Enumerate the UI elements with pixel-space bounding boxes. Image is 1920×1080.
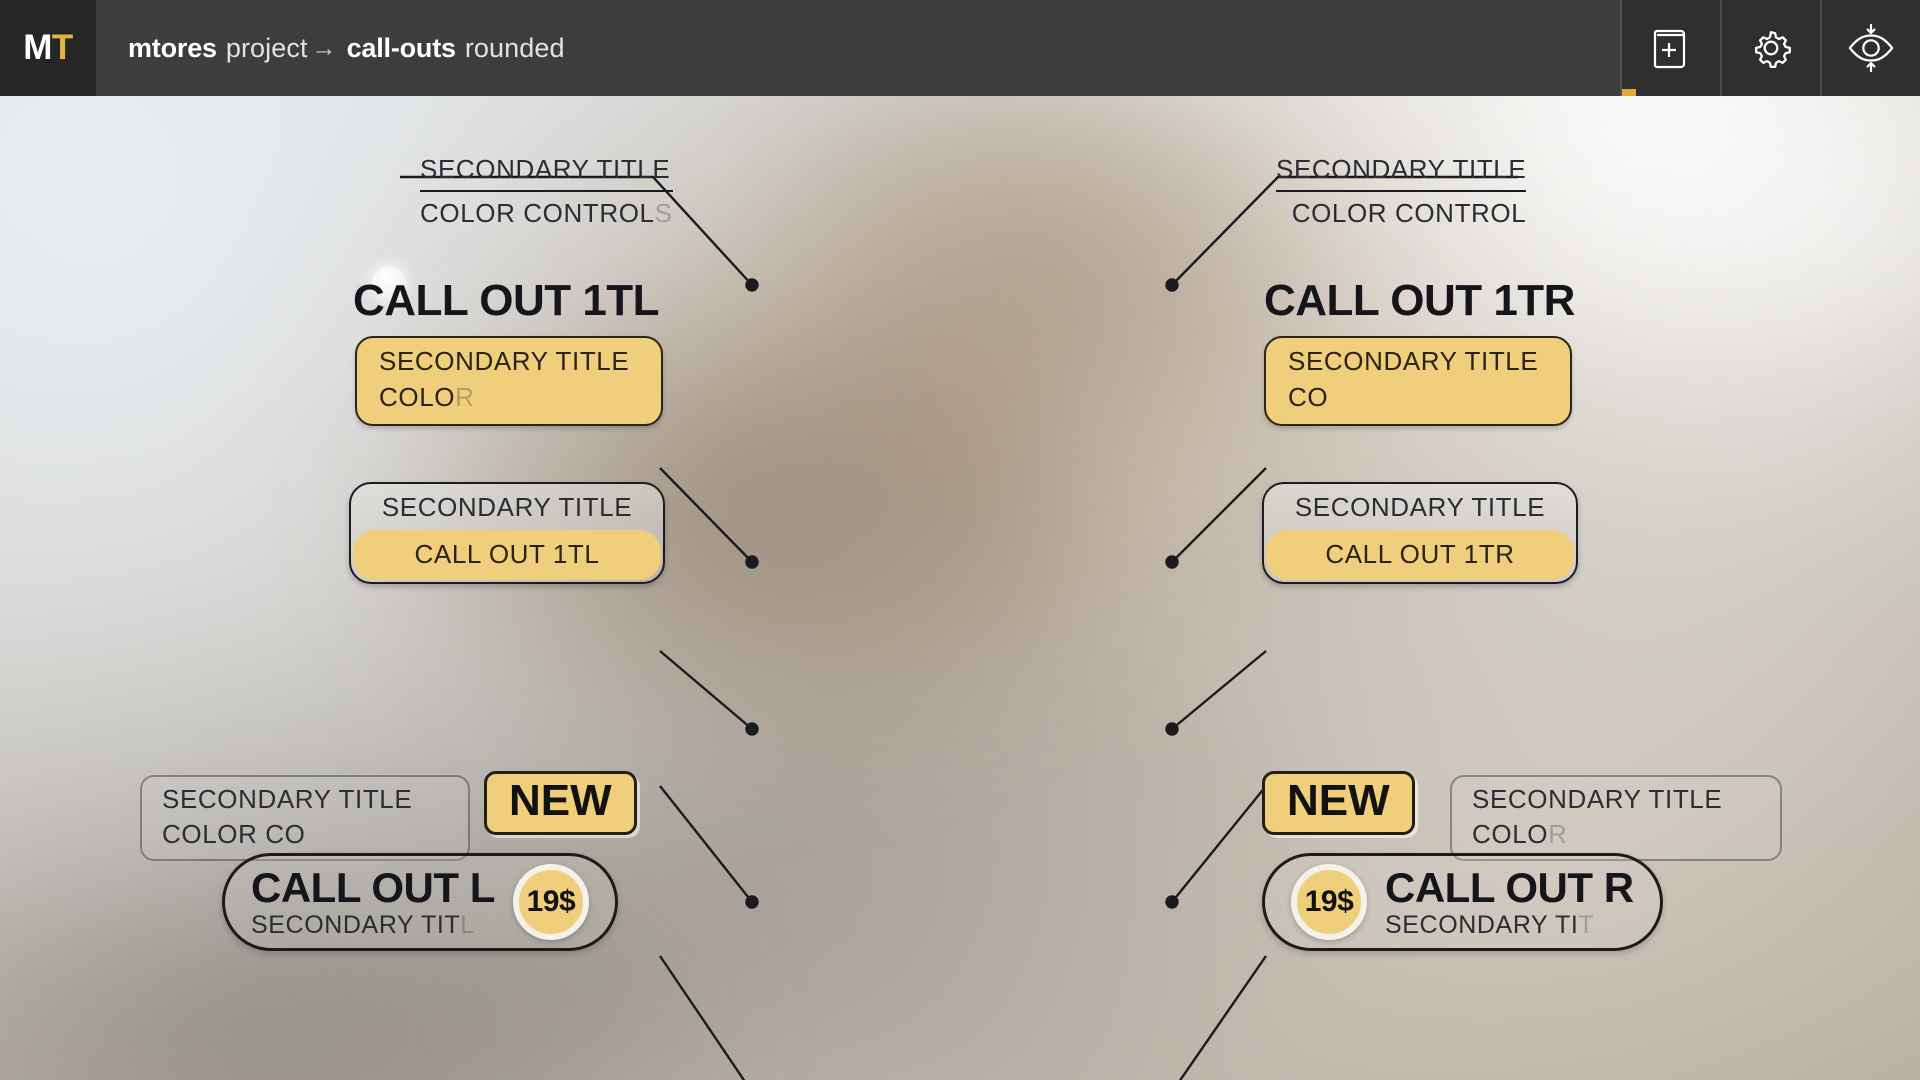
callout-1tl-badge-color-visible: COLO: [379, 382, 456, 412]
callout-stadium-right-title: CALL OUT R: [1385, 863, 1634, 911]
callout-1tl-secondary-title: SECONDARY TITLE: [420, 154, 671, 184]
top-icon-group: [1620, 0, 1920, 96]
callout-new-left-secondary: SECONDARY TITLE: [162, 784, 413, 814]
breadcrumb-separator-icon: →: [311, 33, 337, 62]
callout-1tl-badge-secondary: SECONDARY TITLE: [379, 346, 630, 376]
callout-new-left-badge-label: NEW: [509, 776, 612, 825]
callout-1tr-badge-color: CO: [1288, 384, 1548, 410]
breadcrumb-project-name[interactable]: mtores: [128, 33, 217, 64]
callout-stadium-right-secondary-dim: T: [1578, 910, 1595, 939]
callout-1tr-color-line: COLOR CONTROL: [1276, 200, 1526, 226]
app-logo[interactable]: MT: [0, 0, 96, 96]
callout-1tl-card-pill[interactable]: CALL OUT 1TL: [353, 530, 661, 580]
callout-1tr-badge-secondary: SECONDARY TITLE: [1288, 346, 1539, 376]
callout-new-right-color: COLOR: [1472, 821, 1760, 847]
logo-text: MT: [23, 28, 73, 68]
callout-stadium-left-secondary-visible: SECONDARY TIT: [251, 910, 461, 939]
callout-new-right-badge-label: NEW: [1287, 776, 1390, 825]
callout-1tr-color-visible: COLOR CONTROL: [1291, 198, 1527, 228]
callout-stadium-left-secondary-dim: L: [460, 910, 475, 939]
breadcrumb: mtores project → call-outs rounded: [96, 0, 1620, 96]
callout-1tl-yellow-badge[interactable]: SECONDARY TITLE COLOR: [355, 336, 663, 426]
callout-stadium-left-secondary: SECONDARY TITL: [251, 910, 495, 939]
callout-stadium-right-price-badge[interactable]: 19$: [1291, 864, 1367, 940]
callout-1tl-card[interactable]: SECONDARY TITLE CALL OUT 1TL: [349, 482, 665, 584]
callout-new-right-color-visible: COLO: [1472, 819, 1549, 849]
callout-stadium-right-secondary: SECONDARY TIT: [1385, 910, 1634, 939]
callout-stadium-left-price: 19$: [526, 885, 576, 918]
breadcrumb-section-name[interactable]: call-outs: [347, 33, 456, 64]
callout-1tr-secondary-title: SECONDARY TITLE: [1276, 154, 1527, 184]
callout-stadium-right-price: 19$: [1304, 885, 1354, 918]
callout-1tl-card-secondary: SECONDARY TITLE: [381, 492, 633, 522]
callout-stadium-right[interactable]: 19$ CALL OUT R SECONDARY TIT: [1262, 853, 1663, 951]
callout-1tl-rule: [420, 190, 673, 192]
logo-letter-m: M: [23, 28, 52, 67]
callout-1tl-card-title: CALL OUT 1TL: [414, 539, 600, 569]
callout-stadium-right-text: CALL OUT R SECONDARY TIT: [1385, 863, 1634, 939]
callout-stadium-left-text: CALL OUT L SECONDARY TITL: [251, 863, 495, 939]
callout-1tl-color-dim: S: [654, 198, 673, 228]
settings-button[interactable]: [1720, 0, 1820, 96]
callout-1tl-title-text: CALL OUT 1TL: [353, 276, 660, 325]
callout-1tl-color-visible: COLOR CONTROL: [420, 198, 655, 228]
callout-1tr-card[interactable]: SECONDARY TITLE CALL OUT 1TR: [1262, 482, 1578, 584]
callout-stadium-left-title: CALL OUT L: [251, 863, 495, 911]
callout-1tr-title-text: CALL OUT 1TR: [1264, 276, 1575, 325]
callout-new-right-color-dim: R: [1548, 819, 1568, 849]
logo-letter-t: T: [51, 28, 73, 67]
breadcrumb-section-label: rounded: [464, 32, 565, 63]
callout-new-left-color: COLOR CO: [162, 821, 448, 847]
callout-1tr-title[interactable]: CALL OUT 1TR: [1264, 279, 1575, 323]
callout-1tl-badge-color: COLOR: [379, 384, 639, 410]
callout-1tr-card-secondary: SECONDARY TITLE: [1294, 492, 1546, 522]
callout-1tl-header[interactable]: SECONDARY TITLE COLOR CONTROLS: [420, 156, 673, 226]
callout-new-right-textbox[interactable]: SECONDARY TITLE COLOR: [1450, 775, 1782, 861]
callout-stadium-left-price-badge[interactable]: 19$: [512, 864, 589, 940]
callout-1tr-header[interactable]: SECONDARY TITLE COLOR CONTROL: [1276, 154, 1527, 226]
unsaved-indicator: [1622, 89, 1636, 96]
callout-1tr-rule: [1276, 190, 1527, 192]
callout-stadium-left[interactable]: CALL OUT L SECONDARY TITL 19$: [222, 853, 618, 951]
callout-new-left-badge[interactable]: NEW: [484, 771, 637, 836]
callout-new-left-textbox[interactable]: SECONDARY TITLE COLOR CO: [140, 775, 470, 861]
top-bar: MT mtores project → call-outs rounded: [0, 0, 1920, 96]
callout-1tr-badge-color-visible: CO: [1288, 382, 1329, 412]
add-library-button[interactable]: [1620, 0, 1720, 96]
callout-stadium-right-secondary-visible: SECONDARY TI: [1385, 910, 1579, 939]
canvas-stage[interactable]: SECONDARY TITLE COLOR CONTROLS CALL OUT …: [0, 96, 1920, 1080]
callout-new-left-color-visible: COLOR CO: [162, 819, 306, 849]
callout-new-right-secondary: SECONDARY TITLE: [1472, 784, 1723, 814]
callout-1tr-card-title: CALL OUT 1TR: [1325, 539, 1515, 569]
preview-button[interactable]: [1820, 0, 1920, 96]
callout-1tr-card-pill[interactable]: CALL OUT 1TR: [1266, 530, 1574, 580]
callout-1tl-color-line: COLOR CONTROLS: [420, 200, 673, 226]
callout-new-right-badge[interactable]: NEW: [1262, 771, 1415, 836]
app-root: MT mtores project → call-outs rounded SE…: [0, 0, 1920, 1080]
breadcrumb-project-label: project: [225, 32, 308, 63]
callout-1tr-yellow-badge[interactable]: SECONDARY TITLE CO: [1264, 336, 1572, 426]
callout-1tl-title[interactable]: CALL OUT 1TL: [353, 276, 660, 325]
callout-1tl-badge-color-dim: R: [455, 382, 475, 412]
